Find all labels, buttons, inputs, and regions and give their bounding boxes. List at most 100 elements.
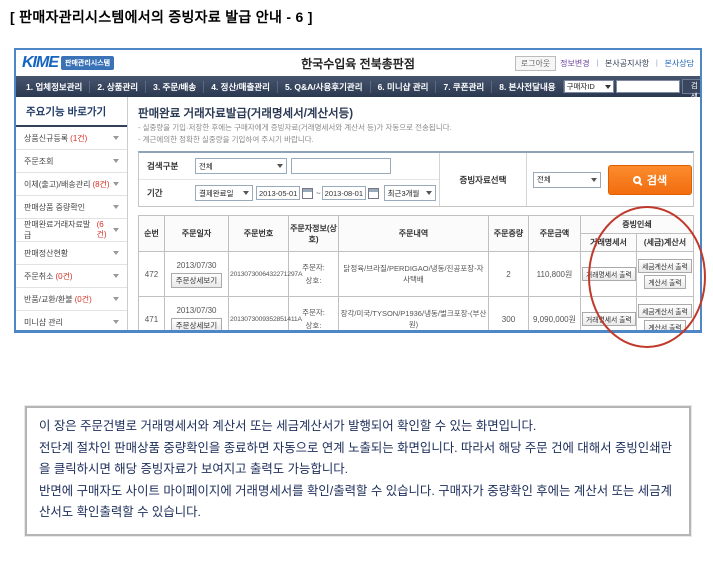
link-hq-notice[interactable]: 본사공지사항 — [605, 58, 649, 69]
link-info-change[interactable]: 정보변경 — [560, 58, 589, 69]
nav-search-button[interactable]: 검색 — [682, 79, 702, 94]
sidebar-item-trade-docs[interactable]: 판매완료거래자료발급 (6건) — [16, 219, 127, 242]
tax-invoice-print-button[interactable]: 세금계산서 출력 — [638, 259, 692, 273]
col-header-order-no: 주문번호 — [228, 216, 288, 252]
sidebar-item-label: 미니샵 관리 — [24, 317, 63, 328]
col-header-invoice: (세금)계산서 — [636, 234, 693, 252]
period-row: 기간 결제완료일 ~ 최근3개월 — [139, 179, 439, 206]
sidebar-item-order-cancel[interactable]: 주문취소 (0건) — [16, 265, 127, 288]
nav-item-products[interactable]: 2. 상품관리 — [90, 81, 146, 93]
caret-down-icon — [113, 251, 119, 255]
table-row: 471 2013/07/30 주문상세보기 201307300935285141… — [138, 297, 693, 334]
search-type-select[interactable]: 전체 — [195, 158, 287, 174]
invoice-print-button[interactable]: 계산서 출력 — [644, 320, 685, 333]
caret-down-icon — [243, 191, 249, 195]
calendar-icon[interactable] — [302, 188, 313, 199]
search-type-label: 검색구분 — [139, 160, 195, 172]
sidebar-item-label: 반품/교환/환불 — [24, 294, 73, 305]
cell-details: 장각/미국/TYSON/P1936/냉동/벌크포장-(부산원) — [338, 297, 488, 334]
section-desc-2: - 계근에의한 정확한 실중량을 기입하여 주시기 바랍니다. — [138, 135, 694, 145]
nav-search-input[interactable] — [616, 80, 680, 93]
col-header-proof-print: 증빙인쇄 — [580, 216, 693, 234]
link-hq-consult[interactable]: 본사상담 — [665, 58, 694, 69]
calendar-icon[interactable] — [368, 188, 379, 199]
search-keyword-input[interactable] — [291, 158, 391, 174]
nav-item-settlement[interactable]: 4. 정산/매출관리 — [204, 81, 278, 93]
nav-item-orders[interactable]: 3. 주문/배송 — [146, 81, 204, 93]
header-links: 로그아웃 정보변경 ㅣ 본사공지사항 ㅣ 본사상담 — [515, 56, 694, 71]
nav-item-hq-message[interactable]: 8. 본사전달내용 — [492, 81, 563, 93]
nav-item-coupon[interactable]: 7. 쿠폰관리 — [436, 81, 492, 93]
cell-amount: 9,090,000원 — [528, 297, 580, 334]
sidebar-item-shipping[interactable]: 이체(출고)/배송관리 (8건) — [16, 173, 127, 196]
caret-down-icon — [113, 274, 119, 278]
sidebar-item-returns[interactable]: 반품/교환/환불 (0건) — [16, 288, 127, 311]
sidebar-item-settlement-status[interactable]: 판매정산현황 — [16, 242, 127, 265]
kime-logo-text: KIME — [22, 54, 58, 72]
statement-print-button[interactable]: 거래명세서 출력 — [582, 312, 636, 326]
col-header-no: 순번 — [138, 216, 164, 252]
caret-down-icon — [591, 178, 597, 182]
link-separator: ㅣ — [594, 58, 601, 69]
statement-print-button[interactable]: 거래명세서 출력 — [582, 267, 636, 281]
search-form: 검색구분 전체 기간 결제완료일 — [138, 151, 694, 207]
nav-item-qna[interactable]: 5. Q&A/사용후기관리 — [278, 81, 371, 93]
date-type-select-value: 결제완료일 — [199, 188, 234, 199]
section-title: 판매완료 거래자료발급(거래명세서/계산서등) — [138, 105, 694, 121]
caret-down-icon — [113, 182, 119, 186]
link-separator: ㅣ — [653, 58, 660, 69]
caret-down-icon — [277, 164, 283, 168]
sidebar-title: 주요기능 바로가기 — [16, 97, 127, 127]
quick-range-select[interactable]: 최근3개월 — [384, 185, 436, 201]
caret-down-icon — [113, 228, 119, 232]
kime-logo[interactable]: KIME 판매관리시스템 — [22, 54, 114, 72]
invoice-print-button[interactable]: 계산서 출력 — [644, 275, 685, 289]
sidebar-item-order-lookup[interactable]: 주문조회 — [16, 150, 127, 173]
table-row: 472 2013/07/30 주문상세보기 201307300643227129… — [138, 252, 693, 297]
sidebar-item-label: 상품신규등록 — [24, 133, 68, 144]
order-detail-button[interactable]: 주문상세보기 — [171, 318, 222, 333]
store-title: 한국수입육 전북총판점 — [301, 55, 415, 72]
col-header-amount: 주문금액 — [528, 216, 580, 252]
system-screenshot-frame: KIME 판매관리시스템 한국수입육 전북총판점 로그아웃 정보변경 ㅣ 본사공… — [14, 48, 702, 333]
proof-select-value: 전체 — [537, 174, 551, 185]
order-detail-button[interactable]: 주문상세보기 — [171, 273, 222, 288]
nav-item-company[interactable]: 1. 업체정보관리 — [19, 81, 90, 93]
period-label: 기간 — [139, 187, 195, 199]
sidebar-item-weight-check[interactable]: 판매상품 중량확인 — [16, 196, 127, 219]
quick-range-select-value: 최근3개월 — [388, 188, 420, 199]
proof-select-cell: 전체 — [527, 153, 607, 206]
logout-button[interactable]: 로그아웃 — [515, 56, 556, 71]
section-desc-1: - 실중량을 기입·저장한 후에는 구매자에게 증빙자료(거래명세서와 계산서 … — [138, 123, 694, 133]
sidebar-item-label: 판매완료거래자료발급 — [24, 219, 95, 241]
search-icon — [633, 176, 641, 184]
sidebar: 주요기능 바로가기 상품신규등록 (1건) 주문조회 이체(출고)/배송관리 (… — [16, 97, 128, 330]
buyer-id-select[interactable]: 구매자ID — [564, 80, 615, 93]
sidebar-item-label: 판매상품 중량확인 — [24, 202, 85, 213]
cell-statement: 거래명세서 출력 — [580, 252, 636, 297]
date-type-select[interactable]: 결제완료일 — [195, 185, 253, 201]
search-button-cell: 검색 — [607, 153, 693, 206]
caret-down-icon — [426, 191, 432, 195]
col-header-details: 주문내역 — [338, 216, 488, 252]
proof-select-label: 증빙자료선택 — [440, 153, 526, 206]
col-header-date: 주문일자 — [164, 216, 228, 252]
cell-order-no: 2013073009352851411A — [228, 297, 288, 334]
date-to-input[interactable] — [322, 186, 366, 200]
date-from-input[interactable] — [256, 186, 300, 200]
cell-weight: 2 — [488, 252, 528, 297]
caret-down-icon — [605, 85, 611, 89]
main-panel: 판매완료 거래자료발급(거래명세서/계산서등) - 실중량을 기입·저장한 후에… — [128, 97, 700, 330]
cell-date: 2013/07/30 주문상세보기 — [164, 252, 228, 297]
sidebar-item-new-product[interactable]: 상품신규등록 (1건) — [16, 127, 127, 150]
proof-select[interactable]: 전체 — [533, 172, 601, 188]
search-button-label: 검색 — [647, 172, 667, 188]
search-button[interactable]: 검색 — [608, 165, 692, 195]
sidebar-item-label: 판매정산현황 — [24, 248, 68, 259]
tax-invoice-print-button[interactable]: 세금계산서 출력 — [638, 304, 692, 318]
sidebar-item-minishop[interactable]: 미니샵 관리 — [16, 311, 127, 333]
explanation-line: 이 장은 주문건별로 거래명세서와 계산서 또는 세금계산서가 발행되어 확인할… — [39, 416, 677, 438]
sidebar-item-count: (0건) — [75, 294, 92, 305]
nav-item-minishop[interactable]: 6. 미니샵 관리 — [371, 81, 437, 93]
caret-down-icon — [113, 136, 119, 140]
